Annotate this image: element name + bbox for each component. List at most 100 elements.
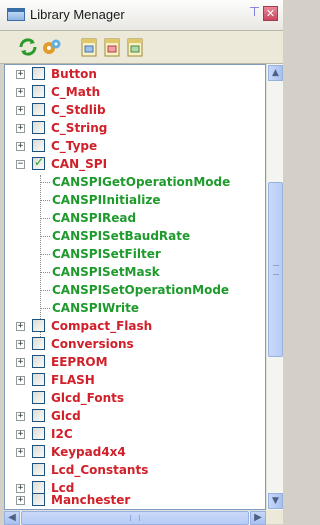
refresh-icon	[19, 38, 37, 56]
function-label[interactable]: CANSPIInitialize	[52, 193, 160, 207]
tree-item-label[interactable]: CAN_SPI	[51, 157, 107, 171]
library-checkbox[interactable]	[32, 373, 45, 386]
tree-child-item[interactable]: CANSPIGetOperationMode	[5, 174, 265, 192]
tree-item-c-type[interactable]: + C_Type	[5, 138, 265, 156]
scroll-right-button[interactable]: ▶	[250, 511, 266, 525]
tree-item-label[interactable]: Glcd	[51, 409, 81, 423]
library-checkbox[interactable]	[32, 139, 45, 152]
tree-item-keypad4x4[interactable]: + Keypad4x4	[5, 444, 265, 462]
tree-item-label[interactable]: EEPROM	[51, 355, 108, 369]
expand-icon[interactable]: +	[16, 106, 25, 115]
refresh-button[interactable]	[17, 36, 39, 58]
tree-item-label[interactable]: Keypad4x4	[51, 445, 126, 459]
library-checkbox[interactable]	[32, 355, 45, 368]
toolbar	[0, 31, 283, 64]
library-checkbox[interactable]	[32, 319, 45, 332]
pin-icon[interactable]: ⊤	[248, 6, 261, 22]
expand-icon[interactable]: +	[16, 496, 25, 505]
window-title: Library Menager	[30, 7, 125, 22]
tree-child-item[interactable]: CANSPISetMask	[5, 264, 265, 282]
horizontal-scrollbar[interactable]: ◀ ▶	[4, 510, 266, 525]
document-button-1[interactable]	[78, 36, 100, 58]
tree-item-label[interactable]: Lcd_Constants	[51, 463, 148, 477]
tree-item-eeprom[interactable]: + EEPROM	[5, 354, 265, 372]
expand-icon[interactable]: +	[16, 358, 25, 367]
library-checkbox[interactable]	[32, 103, 45, 116]
library-tree[interactable]: + Button + C_Math + C_Stdlib + C_String …	[4, 64, 266, 510]
tree-child-item[interactable]: CANSPISetFilter	[5, 246, 265, 264]
tree-item-c-string[interactable]: + C_String	[5, 120, 265, 138]
tree-item-c-stdlib[interactable]: + C_Stdlib	[5, 102, 265, 120]
expand-icon[interactable]: +	[16, 322, 25, 331]
vertical-scroll-thumb[interactable]	[268, 182, 283, 357]
function-label[interactable]: CANSPISetMask	[52, 265, 160, 279]
scroll-up-button[interactable]: ▲	[268, 65, 283, 81]
vertical-scrollbar[interactable]: ▲ ▼	[266, 64, 283, 510]
document-button-3[interactable]	[124, 36, 146, 58]
tree-item-flash[interactable]: + FLASH	[5, 372, 265, 390]
tree-item-glcd-fonts[interactable]: Glcd_Fonts	[5, 390, 265, 408]
tree-child-item[interactable]: CANSPIInitialize	[5, 192, 265, 210]
tree-child-item[interactable]: CANSPISetBaudRate	[5, 228, 265, 246]
function-label[interactable]: CANSPIRead	[52, 211, 136, 225]
expand-icon[interactable]: +	[16, 70, 25, 79]
tree-item-lcd-constants[interactable]: Lcd_Constants	[5, 462, 265, 480]
library-checkbox[interactable]	[32, 121, 45, 134]
library-checkbox[interactable]: ✓	[32, 155, 45, 170]
tree-item-label[interactable]: Conversions	[51, 337, 134, 351]
tree-item-label[interactable]: C_Type	[51, 139, 97, 153]
tree-item-label[interactable]: Glcd_Fonts	[51, 391, 124, 405]
close-button[interactable]: ✕	[263, 6, 278, 21]
library-checkbox[interactable]	[32, 409, 45, 422]
tree-child-item[interactable]: CANSPIWrite	[5, 300, 265, 318]
tree-item-label[interactable]: I2C	[51, 427, 73, 441]
tree-item-label[interactable]: C_Stdlib	[51, 103, 106, 117]
scroll-left-button[interactable]: ◀	[4, 511, 20, 525]
tree-item-compact-flash[interactable]: + Compact_Flash	[5, 318, 265, 336]
tree-item-label[interactable]: Button	[51, 67, 97, 81]
tree-item-manchester[interactable]: + Manchester	[5, 492, 265, 509]
function-label[interactable]: CANSPISetFilter	[52, 247, 161, 261]
scrollbar-corner	[266, 510, 283, 524]
expand-icon[interactable]: +	[16, 376, 25, 385]
library-checkbox[interactable]	[32, 67, 45, 80]
library-checkbox[interactable]	[32, 391, 45, 404]
scroll-down-button[interactable]: ▼	[268, 493, 283, 509]
expand-icon[interactable]: +	[16, 412, 25, 421]
tree-item-c-math[interactable]: + C_Math	[5, 84, 265, 102]
title-bar[interactable]: Library Menager ⊤ ✕	[0, 0, 283, 31]
tree-item-can-spi[interactable]: − ✓ CAN_SPI	[5, 155, 265, 174]
settings-button[interactable]	[41, 36, 63, 58]
tree-item-conversions[interactable]: + Conversions	[5, 336, 265, 354]
grip-icon	[130, 515, 140, 521]
function-label[interactable]: CANSPISetBaudRate	[52, 229, 190, 243]
expand-icon[interactable]: +	[16, 430, 25, 439]
library-checkbox[interactable]	[32, 337, 45, 350]
horizontal-scroll-thumb[interactable]	[21, 511, 249, 525]
expand-icon[interactable]: +	[16, 124, 25, 133]
tree-item-label[interactable]: FLASH	[51, 373, 95, 387]
tree-item-i2c[interactable]: + I2C	[5, 426, 265, 444]
tree-item-glcd[interactable]: + Glcd	[5, 408, 265, 426]
tree-item-button[interactable]: + Button	[5, 66, 265, 84]
tree-item-label[interactable]: Manchester	[51, 493, 130, 507]
tree-item-label[interactable]: C_String	[51, 121, 107, 135]
function-label[interactable]: CANSPISetOperationMode	[52, 283, 229, 297]
document-button-2[interactable]	[101, 36, 123, 58]
library-checkbox[interactable]	[32, 493, 45, 506]
tree-child-item[interactable]: CANSPISetOperationMode	[5, 282, 265, 300]
expand-icon[interactable]: +	[16, 340, 25, 349]
collapse-icon[interactable]: −	[16, 160, 25, 169]
library-checkbox[interactable]	[32, 445, 45, 458]
expand-icon[interactable]: +	[16, 88, 25, 97]
expand-icon[interactable]: +	[16, 142, 25, 151]
library-checkbox[interactable]	[32, 85, 45, 98]
expand-icon[interactable]: +	[16, 448, 25, 457]
tree-child-item[interactable]: CANSPIRead	[5, 210, 265, 228]
function-label[interactable]: CANSPIGetOperationMode	[52, 175, 230, 189]
function-label[interactable]: CANSPIWrite	[52, 301, 139, 315]
library-checkbox[interactable]	[32, 427, 45, 440]
tree-item-label[interactable]: C_Math	[51, 85, 100, 99]
library-checkbox[interactable]	[32, 463, 45, 476]
tree-item-label[interactable]: Compact_Flash	[51, 319, 152, 333]
